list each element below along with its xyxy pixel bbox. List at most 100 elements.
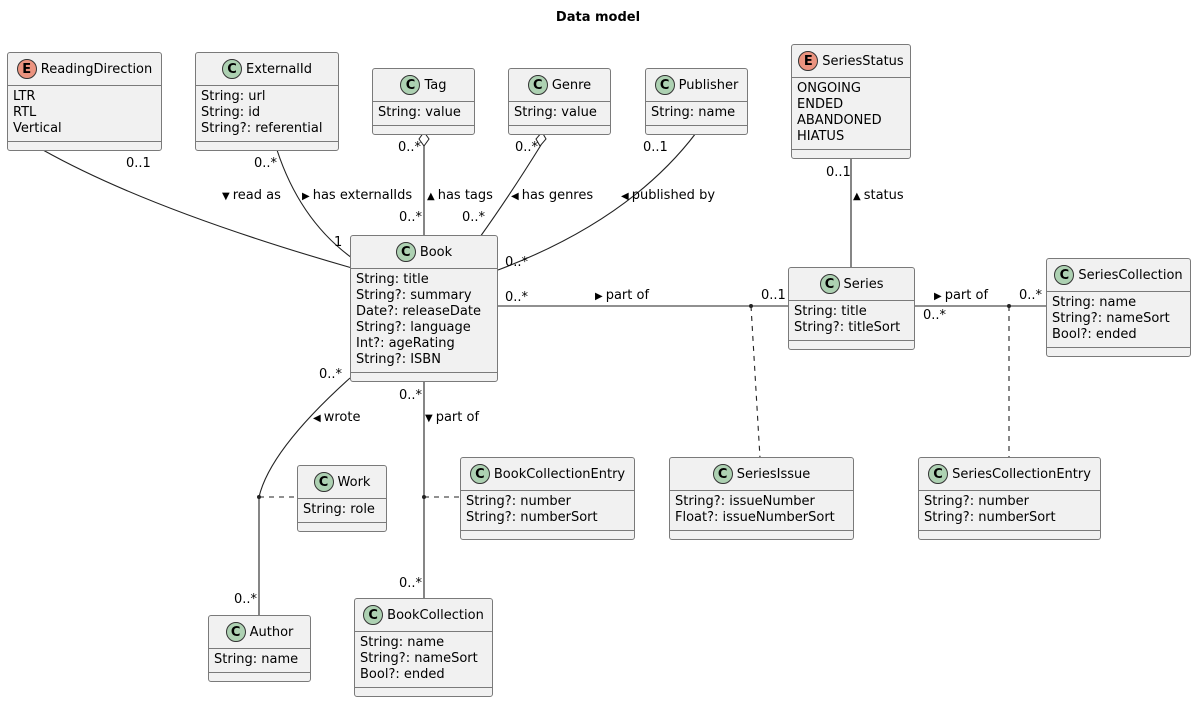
direction-arrow-icon: ▶ — [934, 291, 942, 302]
attribute: Int?: ageRating — [356, 336, 455, 351]
relation-label-text: status — [863, 188, 904, 203]
attribute: String: title — [794, 304, 867, 319]
attribute: String?: language — [356, 320, 471, 335]
direction-arrow-icon: ▶ — [302, 191, 310, 202]
class-bookcollectionentry[interactable]: C BookCollectionEntry String?: number Stri… — [460, 457, 635, 540]
attribute: String?: titleSort — [794, 320, 901, 335]
class-icon: C — [221, 59, 242, 79]
direction-arrow-icon: ▲ — [853, 191, 861, 202]
class-icon: C — [712, 464, 733, 484]
attribute: String?: numberSort — [466, 510, 598, 525]
multiplicity: 0..* — [505, 255, 529, 270]
class-name: BookCollection — [387, 607, 484, 623]
multiplicity: 0..1 — [126, 156, 151, 171]
class-name: Series — [843, 276, 884, 292]
class-readingdirection[interactable]: E ReadingDirection LTR RTL Vertical — [7, 52, 162, 151]
direction-arrow-icon: ▲ — [427, 191, 435, 202]
enum-value: HIATUS — [797, 129, 845, 144]
relation-label-text: part of — [435, 410, 480, 425]
class-genre[interactable]: C Genre String: value — [508, 68, 611, 135]
relation-label-text: part of — [944, 288, 989, 303]
relation-label-status: ▲ status — [853, 189, 904, 204]
attribute: String?: issueNumber — [675, 494, 815, 509]
enum-value: ENDED — [797, 97, 844, 112]
class-icon: C — [225, 622, 246, 642]
class-author[interactable]: C Author String: name — [208, 615, 311, 682]
attribute: String: role — [303, 502, 375, 517]
relation-label-text: has genres — [521, 188, 594, 203]
class-icon: C — [527, 75, 548, 95]
class-icon: C — [654, 75, 675, 95]
class-bookcollection[interactable]: C BookCollection String: name String?: nam… — [354, 598, 493, 697]
class-name: SeriesIssue — [736, 466, 811, 482]
multiplicity: 0..1 — [643, 140, 668, 155]
class-publisher[interactable]: C Publisher String: name — [645, 68, 748, 135]
attribute: String: value — [378, 105, 461, 120]
junction-dot — [422, 495, 426, 499]
junction-dot — [1007, 304, 1011, 308]
enum-icon: E — [16, 59, 37, 79]
relation-label-has-externalids: ▶ has externalIds — [302, 189, 412, 204]
attribute: String: value — [514, 105, 597, 120]
class-name: Tag — [424, 77, 447, 93]
attribute: String?: nameSort — [1052, 311, 1170, 326]
attribute: String: name — [651, 105, 736, 120]
junction-dot — [749, 304, 753, 308]
multiplicity: 0..* — [319, 367, 343, 382]
class-book[interactable]: C Book String: title String?: summary Date?… — [350, 235, 498, 382]
attribute: String: url — [201, 89, 266, 104]
junction-dot — [257, 495, 261, 499]
class-seriesissue[interactable]: C SeriesIssue String?: issueNumber Float?:… — [669, 457, 854, 540]
class-name: Genre — [551, 77, 592, 93]
direction-arrow-icon: ◀ — [313, 413, 321, 424]
relation-label-has-tags: ▲ has tags — [427, 189, 493, 204]
direction-arrow-icon: ◀ — [511, 191, 519, 202]
multiplicity: 0..* — [399, 388, 423, 403]
multiplicity: 0..* — [234, 592, 258, 607]
class-name: Work — [337, 474, 371, 490]
attribute: String?: ISBN — [356, 352, 441, 367]
multiplicity: 0..1 — [761, 288, 786, 303]
class-seriescollectionentry[interactable]: C SeriesCollectionEntry String?: number St… — [918, 457, 1101, 540]
attribute: Bool?: ended — [360, 667, 445, 682]
multiplicity: 0..* — [398, 140, 422, 155]
enum-value: ABANDONED — [797, 113, 882, 128]
attribute: String?: number — [466, 494, 571, 509]
multiplicity: 0..* — [399, 210, 423, 225]
class-seriescollection[interactable]: C SeriesCollection String: name String?: n… — [1046, 258, 1191, 357]
class-icon: C — [400, 75, 421, 95]
attribute: Float?: issueNumberSort — [675, 510, 835, 525]
class-name: SeriesStatus — [822, 53, 904, 69]
enum-icon: E — [798, 51, 819, 71]
class-icon: C — [928, 464, 949, 484]
direction-arrow-icon: ▶ — [595, 291, 603, 302]
attribute: Date?: releaseDate — [356, 304, 481, 319]
relation-label-text: has tags — [437, 188, 493, 203]
class-name: ExternalId — [245, 61, 313, 77]
class-icon: C — [395, 242, 416, 262]
class-name: Author — [249, 624, 294, 640]
enum-value: RTL — [13, 105, 37, 120]
class-work[interactable]: C Work String: role — [297, 465, 387, 532]
assoc-seriesissue — [750, 305, 761, 459]
multiplicity: 0..* — [923, 308, 947, 323]
attribute: String?: nameSort — [360, 651, 478, 666]
multiplicity: 0..* — [1019, 288, 1043, 303]
class-series[interactable]: C Series String: title String?: titleSort — [788, 267, 915, 350]
multiplicity: 1 — [334, 235, 343, 250]
direction-arrow-icon: ▼ — [425, 413, 433, 424]
class-name: Book — [419, 244, 453, 260]
class-tag[interactable]: C Tag String: value — [372, 68, 475, 135]
class-name: BookCollectionEntry — [493, 466, 626, 482]
relation-label-text: read as — [232, 188, 281, 203]
class-name: ReadingDirection — [40, 61, 153, 77]
class-externalid[interactable]: C ExternalId String: url String: id String?… — [195, 52, 339, 151]
class-seriesstatus[interactable]: E SeriesStatus ONGOING ENDED ABANDONED HIATU… — [791, 44, 911, 159]
enum-value: ONGOING — [797, 81, 861, 96]
enum-value: Vertical — [13, 121, 62, 136]
class-name: SeriesCollection — [1078, 267, 1183, 283]
class-icon: C — [469, 464, 490, 484]
relation-label-wrote: ◀ wrote — [313, 411, 360, 426]
attribute: String?: number — [924, 494, 1029, 509]
attribute: String: name — [1052, 295, 1137, 310]
